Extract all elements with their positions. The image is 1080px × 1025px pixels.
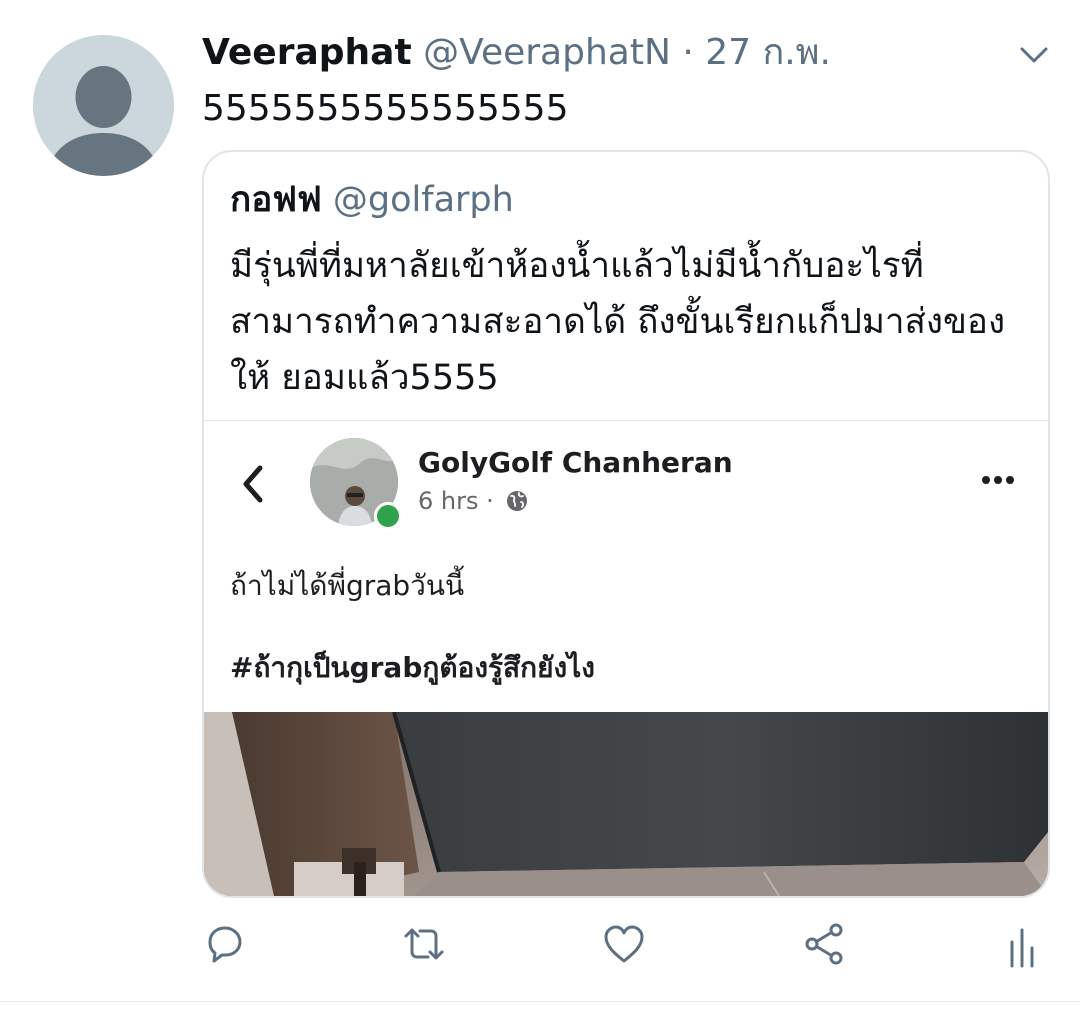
facebook-author-name: GolyGolf Chanheran: [418, 446, 733, 479]
facebook-post-screenshot: GolyGolf Chanheran 6 hrs · ถ้าไม่ได้พี่g…: [204, 422, 1048, 712]
facebook-post-time: 6 hrs ·: [418, 486, 529, 516]
facebook-post-text: ถ้าไม่ได้พี่grabวันนี้: [230, 569, 465, 602]
divider: [0, 1001, 1080, 1002]
share-icon[interactable]: [800, 920, 848, 968]
quoted-display-name: กอฟฟ: [230, 180, 322, 220]
default-avatar-icon: [33, 35, 174, 176]
quoted-tweet-header: กอฟฟ @golfarph: [230, 178, 514, 222]
tweet-header: Veeraphat @VeeraphatN · 27 ก.พ.: [202, 30, 831, 76]
post-photo: [204, 712, 1048, 896]
back-arrow-icon: [238, 464, 268, 504]
tweet-action-bar: [0, 920, 1080, 980]
reply-icon[interactable]: [200, 920, 248, 968]
quoted-tweet-text: มีรุ่นพี่ที่มหาลัยเข้าห้องน้ำแล้วไม่มีน้…: [230, 246, 1006, 398]
separator-dot: ·: [682, 32, 694, 73]
chevron-down-icon[interactable]: [1014, 40, 1054, 70]
globe-icon: [505, 489, 529, 513]
avatar[interactable]: [33, 35, 174, 176]
divider: [204, 420, 1048, 421]
retweet-icon[interactable]: [400, 920, 448, 968]
facebook-hashtag: #ถ้ากุเป็นgrabกูต้องรู้สึกยังไง: [230, 651, 595, 684]
display-name[interactable]: Veeraphat: [202, 32, 412, 73]
user-handle[interactable]: @VeeraphatN: [423, 32, 671, 73]
more-options-icon: [978, 470, 1018, 490]
quoted-tweet-card[interactable]: กอฟฟ @golfarph มีรุ่นพี่ที่มหาลัยเข้าห้อ…: [202, 150, 1050, 898]
tweet-date[interactable]: 27 ก.พ.: [705, 32, 831, 73]
analytics-icon[interactable]: [1000, 920, 1048, 968]
heart-icon[interactable]: [600, 920, 648, 968]
quoted-user-handle: @golfarph: [332, 180, 514, 220]
tweet-text: 5555555555555555: [202, 88, 569, 129]
online-status-dot: [374, 502, 402, 530]
post-time-text: 6 hrs ·: [418, 487, 494, 515]
